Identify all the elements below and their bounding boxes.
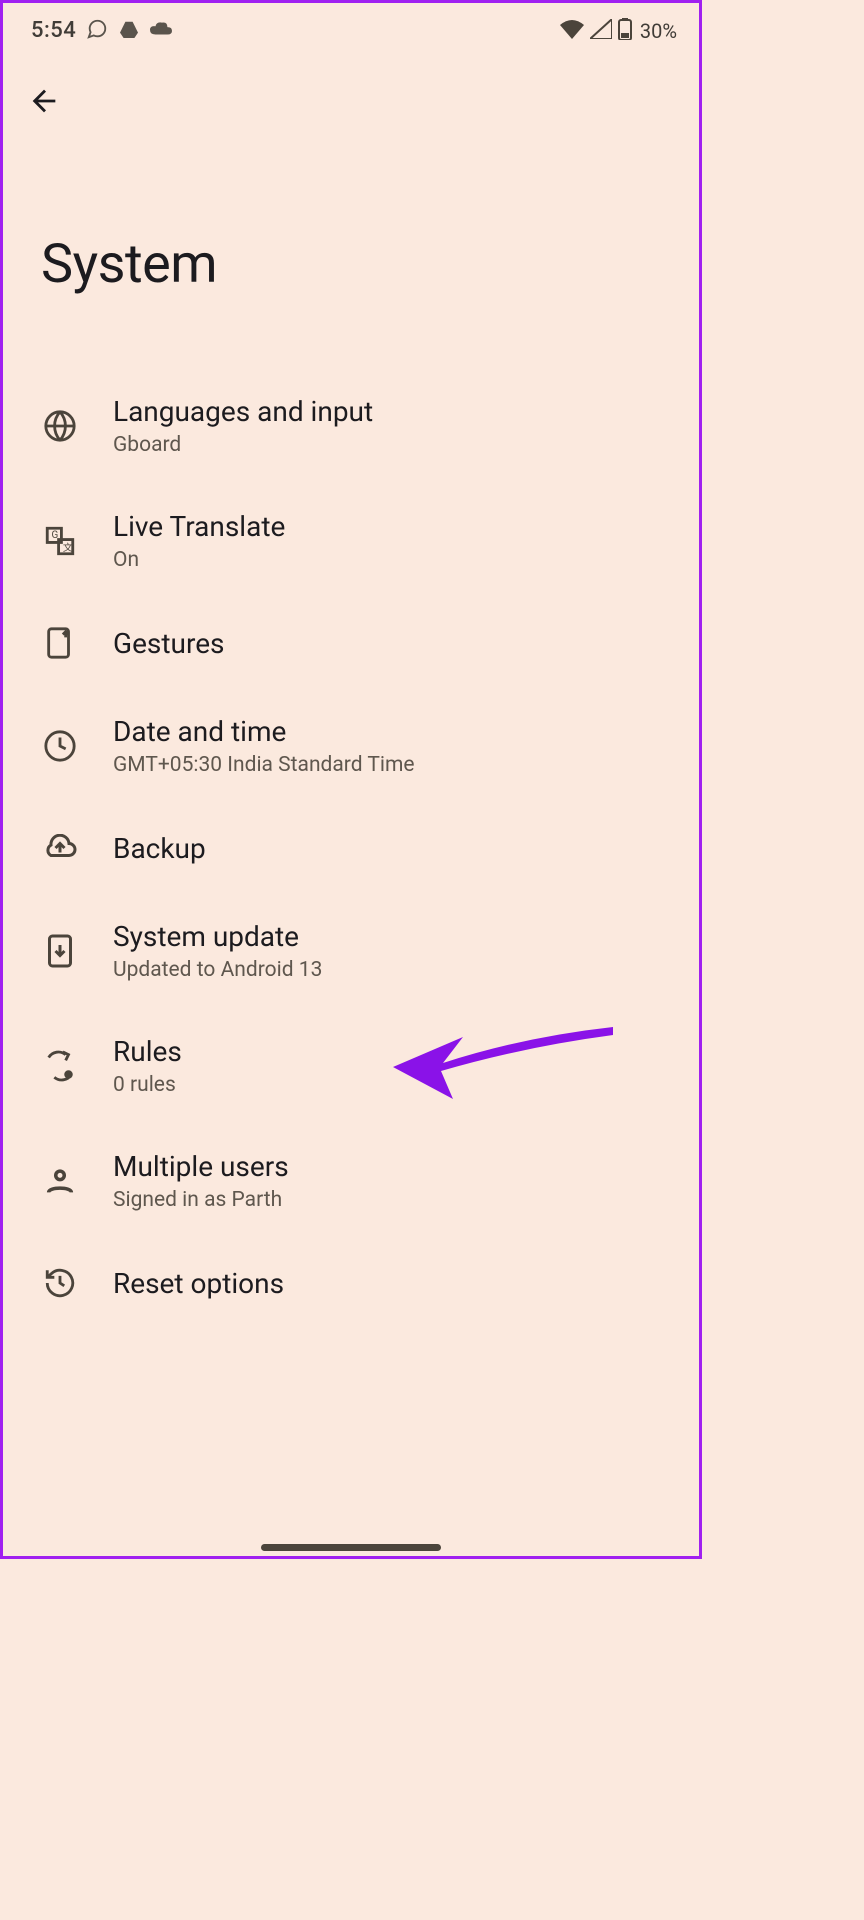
status-left: 5:54 <box>31 18 172 44</box>
row-sub: GMT+05:30 India Standard Time <box>113 753 415 777</box>
row-title: Multiple users <box>113 1149 289 1184</box>
row-title: Backup <box>113 831 206 866</box>
row-text: Date and time GMT+05:30 India Standard T… <box>113 714 415 777</box>
status-clock: 5:54 <box>31 18 76 43</box>
svg-text:文: 文 <box>63 540 73 553</box>
row-text: Multiple users Signed in as Parth <box>113 1149 289 1212</box>
clock-icon <box>41 727 79 765</box>
row-text: Gestures <box>113 626 225 661</box>
nav-handle[interactable] <box>261 1544 441 1551</box>
row-title: System update <box>113 919 322 954</box>
settings-row-reset[interactable]: Reset options <box>3 1238 699 1328</box>
row-title: Live Translate <box>113 509 285 544</box>
rules-icon <box>41 1047 79 1085</box>
settings-list: Languages and input Gboard G 文 Live Tran… <box>3 368 699 1328</box>
row-title: Date and time <box>113 714 415 749</box>
settings-row-datetime[interactable]: Date and time GMT+05:30 India Standard T… <box>3 688 699 803</box>
row-sub: Gboard <box>113 433 373 457</box>
settings-row-languages[interactable]: Languages and input Gboard <box>3 368 699 483</box>
row-title: Reset options <box>113 1266 284 1301</box>
settings-row-system-update[interactable]: System update Updated to Android 13 <box>3 893 699 1008</box>
settings-row-backup[interactable]: Backup <box>3 803 699 893</box>
wifi-icon <box>560 19 584 43</box>
cloud-upload-icon <box>41 829 79 867</box>
whatsapp-icon <box>86 18 108 44</box>
page-title: System <box>3 118 699 368</box>
system-update-icon <box>41 932 79 970</box>
row-title: Gestures <box>113 626 225 661</box>
svg-text:G: G <box>52 530 59 541</box>
reset-icon <box>41 1264 79 1302</box>
gestures-icon <box>41 624 79 662</box>
arrow-back-icon <box>27 84 61 118</box>
row-sub: On <box>113 548 285 572</box>
row-text: Languages and input Gboard <box>113 394 373 457</box>
row-sub: 0 rules <box>113 1073 182 1097</box>
drive-icon <box>118 20 140 42</box>
settings-row-rules[interactable]: Rules 0 rules <box>3 1008 699 1123</box>
battery-percent: 30% <box>640 19 677 43</box>
globe-icon <box>41 407 79 445</box>
back-button[interactable] <box>27 84 61 118</box>
app-bar <box>3 58 699 118</box>
status-right: 30% <box>560 18 677 44</box>
settings-row-gestures[interactable]: Gestures <box>3 598 699 688</box>
row-sub: Signed in as Parth <box>113 1188 289 1212</box>
translate-icon: G 文 <box>41 522 79 560</box>
battery-icon <box>618 18 632 44</box>
row-sub: Updated to Android 13 <box>113 958 322 982</box>
row-title: Rules <box>113 1034 182 1069</box>
row-title: Languages and input <box>113 394 373 429</box>
signal-icon <box>590 19 612 43</box>
row-text: System update Updated to Android 13 <box>113 919 322 982</box>
row-text: Rules 0 rules <box>113 1034 182 1097</box>
cloud-icon <box>150 21 172 41</box>
row-text: Backup <box>113 831 206 866</box>
settings-row-multiple-users[interactable]: Multiple users Signed in as Parth <box>3 1123 699 1238</box>
status-bar: 5:54 30% <box>3 3 699 58</box>
settings-row-live-translate[interactable]: G 文 Live Translate On <box>3 483 699 598</box>
row-text: Reset options <box>113 1266 284 1301</box>
row-text: Live Translate On <box>113 509 285 572</box>
person-icon <box>41 1162 79 1200</box>
